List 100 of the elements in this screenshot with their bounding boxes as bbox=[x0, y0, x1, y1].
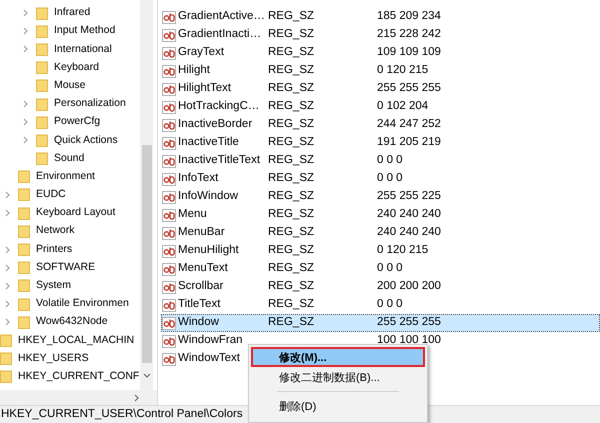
value-data: 0 0 0 bbox=[377, 171, 403, 186]
value-data: 191 205 219 bbox=[377, 135, 441, 150]
value-type: REG_SZ bbox=[268, 135, 316, 150]
expand-icon[interactable] bbox=[23, 118, 28, 126]
value-data: 0 0 0 bbox=[377, 261, 403, 276]
string-value-icon bbox=[162, 82, 176, 96]
string-value-icon bbox=[162, 172, 176, 186]
folder-icon bbox=[18, 224, 30, 238]
scrollbar-thumb[interactable] bbox=[142, 145, 152, 363]
expand-icon[interactable] bbox=[5, 282, 10, 290]
expand-icon[interactable] bbox=[23, 100, 28, 108]
value-type: REG_SZ bbox=[268, 9, 316, 24]
value-name: GradientInacti… bbox=[178, 27, 262, 42]
value-data: 0 102 204 bbox=[377, 99, 428, 114]
value-data: 215 228 242 bbox=[377, 27, 441, 42]
tree-item[interactable]: Infrared bbox=[54, 5, 90, 21]
folder-icon bbox=[18, 279, 30, 292]
value-data: 185 209 234 bbox=[377, 9, 441, 24]
string-value-icon bbox=[162, 316, 176, 330]
tree-item[interactable]: Mouse bbox=[54, 78, 86, 94]
scroll-right-icon[interactable] bbox=[134, 394, 139, 402]
folder-icon bbox=[36, 6, 48, 20]
string-value-icon bbox=[162, 190, 176, 204]
value-type: REG_SZ bbox=[268, 207, 316, 222]
value-type: REG_SZ bbox=[268, 63, 316, 78]
expand-icon[interactable] bbox=[5, 300, 10, 308]
vertical-scrollbar[interactable] bbox=[140, 0, 153, 390]
string-value-icon bbox=[162, 262, 176, 276]
value-name: GradientActive… bbox=[178, 9, 265, 24]
expand-icon[interactable] bbox=[5, 246, 10, 254]
value-type: REG_SZ bbox=[268, 243, 316, 258]
value-type: REG_SZ bbox=[268, 117, 316, 132]
tree-item[interactable]: Keyboard Layout bbox=[36, 205, 116, 222]
expand-icon[interactable] bbox=[23, 27, 28, 36]
folder-icon bbox=[18, 243, 30, 256]
folder-icon bbox=[36, 116, 48, 129]
expand-icon[interactable] bbox=[5, 209, 10, 218]
tree-item[interactable]: Wow6432Node bbox=[36, 314, 108, 330]
tree-item[interactable]: Keyboard bbox=[54, 60, 99, 76]
horizontal-scrollbar[interactable] bbox=[0, 390, 157, 405]
value-data: 244 247 252 bbox=[377, 117, 441, 132]
tree-item[interactable]: Volatile Environmen bbox=[36, 296, 129, 312]
tree-item[interactable]: HKEY_LOCAL_MACHIN bbox=[18, 332, 134, 348]
tree-item[interactable]: System bbox=[36, 278, 72, 294]
folder-icon bbox=[36, 24, 48, 38]
tree-item[interactable]: PowerCfg bbox=[54, 114, 100, 130]
value-type: REG_SZ bbox=[268, 315, 316, 330]
string-value-icon bbox=[162, 118, 176, 132]
tree-item[interactable]: Personalization bbox=[54, 96, 126, 112]
tree-item[interactable]: EUDC bbox=[36, 187, 66, 203]
scroll-down-icon[interactable] bbox=[142, 373, 150, 378]
value-name: HilightText bbox=[178, 81, 232, 96]
value-type: REG_SZ bbox=[268, 153, 316, 168]
value-data: 240 240 240 bbox=[377, 225, 441, 240]
value-name: InactiveTitle bbox=[178, 135, 239, 150]
tree-item[interactable]: International bbox=[54, 42, 112, 58]
menu-item[interactable]: 修改二进制数据(B)... bbox=[251, 367, 425, 387]
value-type: REG_SZ bbox=[268, 189, 316, 204]
value-data: 0 120 215 bbox=[377, 63, 428, 78]
tree-item[interactable]: SOFTWARE bbox=[36, 260, 96, 276]
expand-icon[interactable] bbox=[23, 9, 28, 18]
menu-item[interactable]: 修改(M)... bbox=[251, 347, 425, 367]
tree-item[interactable]: HKEY_USERS bbox=[18, 350, 89, 367]
string-value-icon bbox=[162, 352, 176, 366]
value-type: REG_SZ bbox=[268, 225, 316, 240]
string-value-icon bbox=[162, 298, 176, 312]
tree-item[interactable]: Input Method bbox=[54, 23, 116, 40]
value-type: REG_SZ bbox=[268, 297, 316, 312]
selected-row[interactable]: Window REG_SZ 255 255 255 bbox=[161, 314, 600, 332]
value-name: Scrollbar bbox=[178, 279, 224, 294]
value-data: 0 0 0 bbox=[377, 297, 403, 312]
value-data: 100 100 100 bbox=[377, 333, 441, 348]
string-value-icon bbox=[162, 100, 176, 114]
string-value-icon bbox=[162, 154, 176, 168]
tree-item[interactable]: Printers bbox=[36, 242, 72, 258]
folder-icon bbox=[36, 79, 48, 92]
value-data: 0 0 0 bbox=[377, 153, 403, 168]
folder-icon bbox=[36, 134, 48, 147]
folder-icon bbox=[36, 152, 48, 166]
tree-item[interactable]: Network bbox=[36, 223, 75, 240]
value-data: 240 240 240 bbox=[377, 207, 441, 222]
value-name: TitleText bbox=[178, 297, 220, 312]
expand-icon[interactable] bbox=[5, 318, 10, 326]
folder-icon bbox=[18, 170, 30, 184]
value-name: InactiveBorder bbox=[178, 117, 252, 132]
expand-icon[interactable] bbox=[23, 45, 28, 54]
tree-item[interactable]: Environment bbox=[36, 168, 95, 185]
string-value-icon bbox=[162, 136, 176, 150]
expand-icon[interactable] bbox=[23, 136, 28, 144]
value-name: Hilight bbox=[178, 63, 210, 78]
expand-icon[interactable] bbox=[5, 190, 10, 199]
string-value-icon bbox=[162, 244, 176, 258]
tree-item[interactable]: Quick Actions bbox=[54, 132, 118, 148]
folder-icon bbox=[18, 261, 30, 274]
value-data: 255 255 225 bbox=[377, 189, 441, 204]
value-type: REG_SZ bbox=[268, 81, 316, 96]
tree-item[interactable]: Sound bbox=[54, 150, 84, 166]
tree-item[interactable]: HKEY_CURRENT_CONF bbox=[18, 368, 140, 385]
expand-icon[interactable] bbox=[5, 264, 10, 272]
value-name: WindowFran bbox=[178, 333, 243, 348]
